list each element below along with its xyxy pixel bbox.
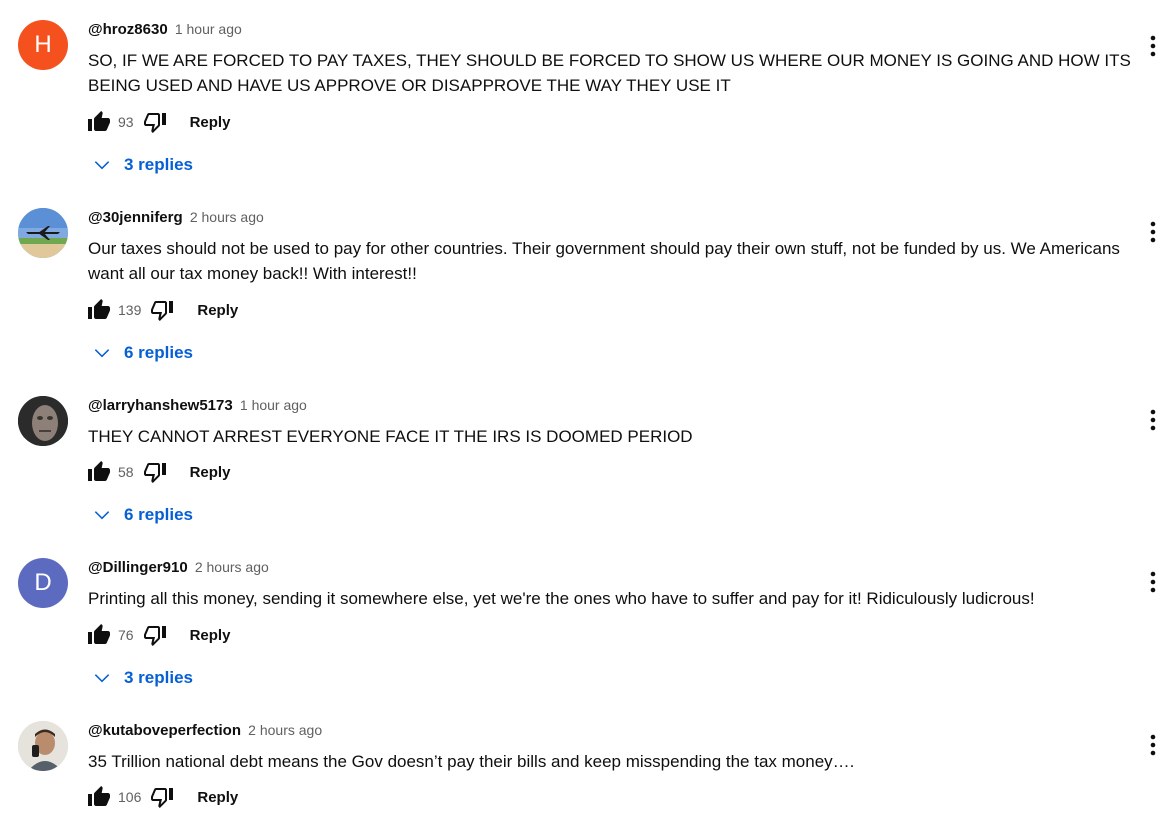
comment-header: @hroz8630 1 hour ago [88, 21, 242, 38]
avatar-letter: D [34, 569, 52, 596]
view-replies-button[interactable]: 3 replies [90, 663, 193, 693]
author-name[interactable]: @hroz8630 [88, 21, 168, 38]
more-vert-icon [1150, 734, 1156, 756]
more-actions-button[interactable] [1143, 217, 1162, 247]
more-vert-icon [1150, 409, 1156, 431]
replies-count-label: 6 replies [124, 505, 193, 524]
more-vert-icon [1150, 35, 1156, 57]
face-photo-avatar [18, 396, 68, 446]
like-button[interactable] [86, 109, 112, 135]
thumbs-down-icon [143, 463, 166, 483]
comment-header: @Dillinger910 2 hours ago [88, 559, 269, 576]
reply-button[interactable]: Reply [190, 114, 231, 131]
like-count: 93 [118, 114, 134, 130]
replies-count-label: 3 replies [124, 668, 193, 687]
comment-thread: @larryhanshew5173 1 hour ago THEY CANNOT… [0, 376, 1162, 538]
comment-text: Printing all this money, sending it some… [88, 589, 1035, 608]
avatar[interactable] [18, 721, 68, 771]
author-name[interactable]: @kutaboveperfection [88, 722, 241, 739]
like-count: 76 [118, 627, 134, 643]
view-replies-button[interactable]: 3 replies [90, 150, 193, 180]
thumbs-up-icon [88, 786, 110, 806]
reply-button[interactable]: Reply [197, 789, 238, 806]
reply-button[interactable]: Reply [190, 464, 231, 481]
comment-actions: 76 Reply [86, 621, 230, 649]
comment-thread: H @hroz8630 1 hour ago SO, IF WE ARE FOR… [0, 0, 1162, 188]
thumbs-down-icon [151, 301, 174, 321]
avatar-letter: H [34, 31, 52, 58]
more-actions-button[interactable] [1143, 730, 1162, 760]
more-actions-button[interactable] [1143, 567, 1162, 597]
author-name[interactable]: @Dillinger910 [88, 559, 188, 576]
replies-count-label: 3 replies [124, 155, 193, 174]
like-button[interactable] [86, 459, 112, 485]
thumbs-down-icon [151, 788, 174, 808]
more-vert-icon [1150, 221, 1156, 243]
like-count: 58 [118, 464, 134, 480]
comment-timestamp[interactable]: 1 hour ago [175, 21, 242, 37]
dislike-button[interactable] [142, 459, 168, 485]
avatar[interactable] [18, 208, 68, 258]
like-count: 139 [118, 302, 142, 318]
thumbs-up-icon [88, 461, 110, 481]
thumbs-down-icon [143, 113, 166, 133]
comment-thread: @30jenniferg 2 hours ago Our taxes shoul… [0, 188, 1162, 376]
like-button[interactable] [86, 784, 112, 810]
dislike-button[interactable] [149, 297, 175, 323]
comment-timestamp[interactable]: 2 hours ago [248, 722, 322, 738]
comment-thread: D @Dillinger910 2 hours ago Printing all… [0, 538, 1162, 701]
chevron-down-icon [90, 503, 114, 527]
comment-header: @kutaboveperfection 2 hours ago [88, 722, 322, 739]
replies-count-label: 6 replies [124, 343, 193, 362]
chevron-down-icon [90, 341, 114, 365]
comment-timestamp[interactable]: 2 hours ago [190, 209, 264, 225]
avatar[interactable]: H [18, 20, 68, 70]
reply-button[interactable]: Reply [190, 627, 231, 644]
dislike-button[interactable] [142, 109, 168, 135]
more-actions-button[interactable] [1143, 31, 1162, 61]
comment-text: Our taxes should not be used to pay for … [88, 239, 1120, 283]
comment-actions: 58 Reply [86, 458, 230, 486]
comment-timestamp[interactable]: 2 hours ago [195, 559, 269, 575]
view-replies-button[interactable]: 6 replies [90, 500, 193, 530]
more-actions-button[interactable] [1143, 405, 1162, 435]
comment-actions: 106 Reply [86, 783, 238, 811]
dislike-button[interactable] [142, 622, 168, 648]
thumbs-down-icon [143, 626, 166, 646]
comment-text: 35 Trillion national debt means the Gov … [88, 752, 855, 771]
avatar[interactable] [18, 396, 68, 446]
view-replies-button[interactable]: 6 replies [90, 338, 193, 368]
author-name[interactable]: @30jenniferg [88, 209, 183, 226]
dislike-button[interactable] [149, 784, 175, 810]
comments-section: H @hroz8630 1 hour ago SO, IF WE ARE FOR… [0, 0, 1162, 835]
comment-thread: @kutaboveperfection 2 hours ago 35 Trill… [0, 701, 1162, 835]
thumbs-up-icon [88, 299, 110, 319]
comment-header: @larryhanshew5173 1 hour ago [88, 397, 307, 414]
like-button[interactable] [86, 622, 112, 648]
author-name[interactable]: @larryhanshew5173 [88, 397, 233, 414]
comment-actions: 139 Reply [86, 296, 238, 324]
like-button[interactable] [86, 297, 112, 323]
like-count: 106 [118, 789, 142, 805]
more-vert-icon [1150, 571, 1156, 593]
comment-timestamp[interactable]: 1 hour ago [240, 397, 307, 413]
comment-text: SO, IF WE ARE FORCED TO PAY TAXES, THEY … [88, 51, 1131, 95]
thumbs-up-icon [88, 624, 110, 644]
person-photo-avatar [18, 721, 68, 771]
chevron-down-icon [90, 666, 114, 690]
comment-actions: 93 Reply [86, 108, 230, 136]
reply-button[interactable]: Reply [197, 302, 238, 319]
thumbs-up-icon [88, 111, 110, 131]
airplane-photo-avatar [18, 208, 68, 258]
avatar[interactable]: D [18, 558, 68, 608]
chevron-down-icon [90, 153, 114, 177]
comment-header: @30jenniferg 2 hours ago [88, 209, 264, 226]
comment-text: THEY CANNOT ARREST EVERYONE FACE IT THE … [88, 427, 693, 446]
